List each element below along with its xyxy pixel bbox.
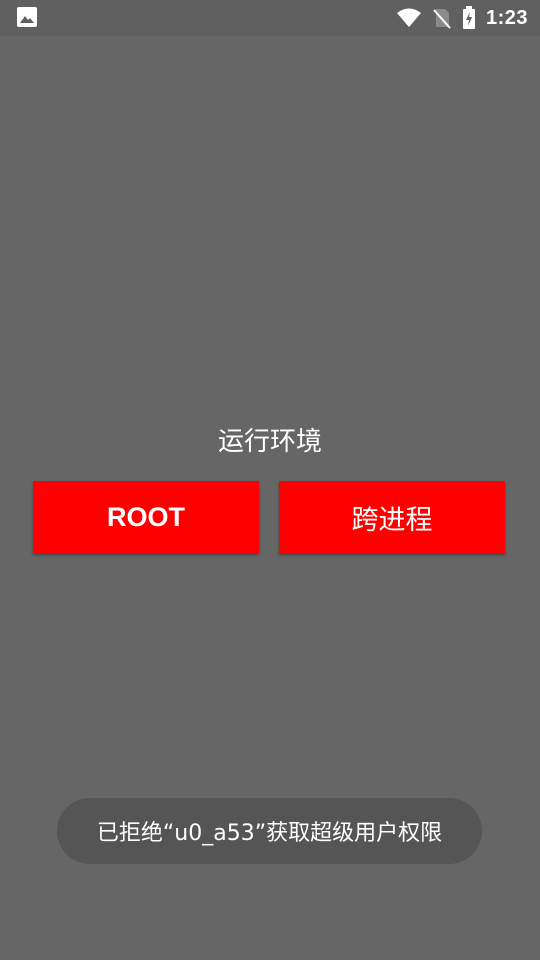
root-button[interactable]: ROOT <box>33 481 259 553</box>
image-notification-icon <box>16 6 38 28</box>
wifi-icon <box>396 8 422 28</box>
status-time: 1:23 <box>485 6 528 29</box>
cross-process-button[interactable]: 跨进程 <box>279 481 505 553</box>
toast-message: 已拒绝“u0_a53”获取超级用户权限 <box>57 798 482 864</box>
no-sim-icon <box>432 7 452 29</box>
status-indicators: 1:23 <box>396 0 528 36</box>
toast-text: 已拒绝“u0_a53”获取超级用户权限 <box>96 821 443 846</box>
battery-charging-icon <box>462 6 476 30</box>
status-bar: 1:23 <box>0 0 540 36</box>
section-title: 运行环境 <box>217 427 322 457</box>
